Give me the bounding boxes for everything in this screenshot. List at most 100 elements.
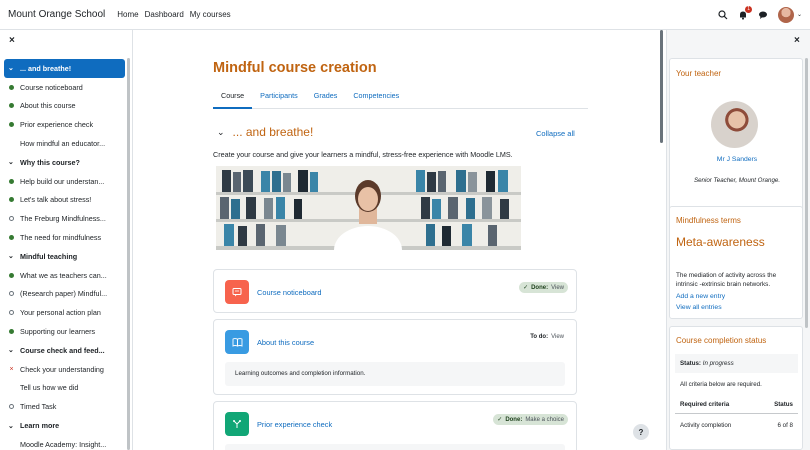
tab-grades[interactable]: Grades (306, 84, 346, 109)
page-title: Mindful course creation (213, 60, 377, 76)
course-index-section[interactable]: ⌄ Mindful teaching (4, 247, 125, 266)
teacher-avatar (711, 101, 758, 148)
chevron-down-icon[interactable]: ⌄ (217, 127, 225, 138)
nav-home[interactable]: Home (117, 10, 138, 19)
completion-pending-icon (9, 291, 14, 297)
course-index-item[interactable]: How mindful an educator... (4, 134, 125, 153)
course-index-item[interactable]: × Check your understanding (4, 360, 125, 379)
course-index-item[interactable]: Prior experience check (4, 115, 125, 134)
nav-my-courses[interactable]: My courses (190, 10, 231, 19)
course-index-label: The need for mindfulness (20, 233, 102, 243)
status-value: In progress (702, 360, 734, 367)
course-index-label: Mindful teaching (20, 251, 78, 261)
course-index-label: Why this course? (20, 157, 80, 167)
course-index-label: The Freburg Mindfulness... (20, 214, 106, 224)
tab-course[interactable]: Course (213, 84, 253, 109)
course-index-item[interactable]: Timed Task (4, 397, 125, 416)
scrollbar[interactable] (805, 58, 808, 328)
block-title: Mindfulness terms (676, 216, 741, 225)
course-index-item[interactable]: About this course (4, 97, 125, 116)
course-index-label: Supporting our learners (20, 327, 96, 337)
site-name[interactable]: Mount Orange School (8, 9, 105, 20)
criteria-progress: 6 of 8 (777, 422, 793, 429)
scrollbar[interactable] (127, 58, 130, 450)
scrollbar[interactable] (660, 30, 663, 143)
completion-done-icon (9, 235, 14, 241)
activity-card: About this course To do: View Learning o… (213, 319, 577, 395)
course-tabs: Course Participants Grades Competencies (213, 84, 588, 109)
close-icon[interactable]: × (9, 36, 19, 46)
completion-status-badge: To do: View (526, 332, 568, 342)
chevron-down-icon: ⌄ (796, 12, 802, 18)
chevron-down-icon[interactable]: ⌄ (8, 158, 16, 166)
course-index-drawer: × ⌄ ... and breathe! Course noticeboard Abo… (0, 30, 133, 450)
glossary-definition: The mediation of activity across the int… (676, 272, 777, 288)
completion-done-icon (9, 197, 14, 203)
user-menu[interactable]: ⌄ (777, 6, 802, 23)
course-index-item[interactable]: What we as teachers can... (4, 266, 125, 285)
tab-participants[interactable]: Participants (252, 84, 306, 109)
course-index-label: What we as teachers can... (20, 270, 107, 280)
activity-link-course-noticeboard[interactable]: Course noticeboard (257, 288, 322, 297)
add-entry-link[interactable]: Add a new entry (676, 293, 725, 300)
completion-pending-icon (9, 404, 14, 410)
chevron-down-icon[interactable]: ⌄ (8, 252, 16, 260)
block-title: Course completion status (676, 336, 767, 345)
course-index-item[interactable]: The Freburg Mindfulness... (4, 209, 125, 228)
completion-done-icon (9, 122, 14, 128)
course-index-item[interactable]: Supporting our learners (4, 322, 125, 341)
chevron-down-icon[interactable]: ⌄ (8, 64, 16, 72)
block-course-completion-status: Course completion status Status: In prog… (669, 326, 803, 450)
glossary-term: Meta-awareness (676, 235, 765, 249)
block-title: Your teacher (676, 69, 722, 78)
help-button[interactable]: ? (633, 424, 649, 440)
tab-competencies[interactable]: Competencies (345, 84, 407, 109)
course-index-item[interactable]: Help build our understan... (4, 172, 125, 191)
section-summary: Create your course and give your learner… (213, 150, 513, 159)
course-index-label: Timed Task (20, 402, 57, 412)
course-index-label: Learn more (20, 421, 60, 431)
course-index: ⌄ ... and breathe! Course noticeboard About… (4, 59, 125, 450)
activity-link-about-this-course[interactable]: About this course (257, 338, 314, 347)
teacher-role: Senior Teacher, Mount Orange. (693, 177, 781, 184)
course-index-section[interactable]: ⌄ Why this course? (4, 153, 125, 172)
course-index-item[interactable]: Moodle Academy: Insight... (4, 435, 125, 450)
notifications-bell-icon[interactable]: 1 (738, 5, 752, 20)
course-index-item[interactable]: (Research paper) Mindful... (4, 285, 125, 304)
section-title: ... and breathe! (232, 125, 314, 139)
course-index-item[interactable]: Tell us how we did (4, 379, 125, 398)
activity-link-prior-experience-check[interactable]: Prior experience check (257, 420, 332, 429)
chevron-down-icon[interactable]: ⌄ (8, 422, 16, 430)
messages-icon[interactable] (758, 10, 768, 20)
activity-card: Prior experience check ✓ Done: Make a ch… (213, 401, 577, 450)
nav-dashboard[interactable]: Dashboard (145, 10, 184, 19)
view-all-entries-link[interactable]: View all entries (676, 304, 722, 311)
course-index-section[interactable]: ⌄ Course check and feed... (4, 341, 125, 360)
no-completion-icon (9, 442, 14, 447)
collapse-all-link[interactable]: Collapse all (536, 129, 575, 138)
status-label: Status: (680, 360, 701, 367)
chevron-down-icon[interactable]: ⌄ (8, 346, 16, 354)
course-index-label: Moodle Academy: Insight... (20, 439, 107, 449)
course-index-label: ... and breathe! (20, 63, 72, 73)
top-navbar: Mount Orange School Home Dashboard My co… (0, 0, 810, 30)
close-icon[interactable]: × (794, 36, 800, 46)
course-index-item[interactable]: Your personal action plan (4, 303, 125, 322)
block-your-teacher: Your teacher Mr J Sanders Senior Teacher… (669, 58, 803, 228)
course-index-item[interactable]: Let's talk about stress! (4, 191, 125, 210)
criteria-header-label: Required criteria (680, 401, 730, 408)
course-index-item[interactable]: Course noticeboard (4, 78, 125, 97)
course-index-section[interactable]: ⌄ Learn more (4, 416, 125, 435)
completion-status-badge: ✓ Done: Make a choice (493, 414, 568, 425)
completion-label: Done: (505, 416, 523, 423)
completion-done-icon (9, 272, 14, 278)
course-index-label: Tell us how we did (20, 383, 79, 393)
completion-pending-icon (9, 310, 14, 316)
course-index-section[interactable]: ⌄ ... and breathe! (4, 59, 125, 78)
completion-condition: View (551, 284, 564, 291)
teacher-name-link[interactable]: Mr J Sanders (670, 156, 804, 163)
course-index-item[interactable]: The need for mindfulness (4, 228, 125, 247)
no-completion-icon (9, 141, 14, 146)
criteria-note: All criteria below are required. (680, 381, 762, 388)
search-icon[interactable] (718, 9, 728, 20)
